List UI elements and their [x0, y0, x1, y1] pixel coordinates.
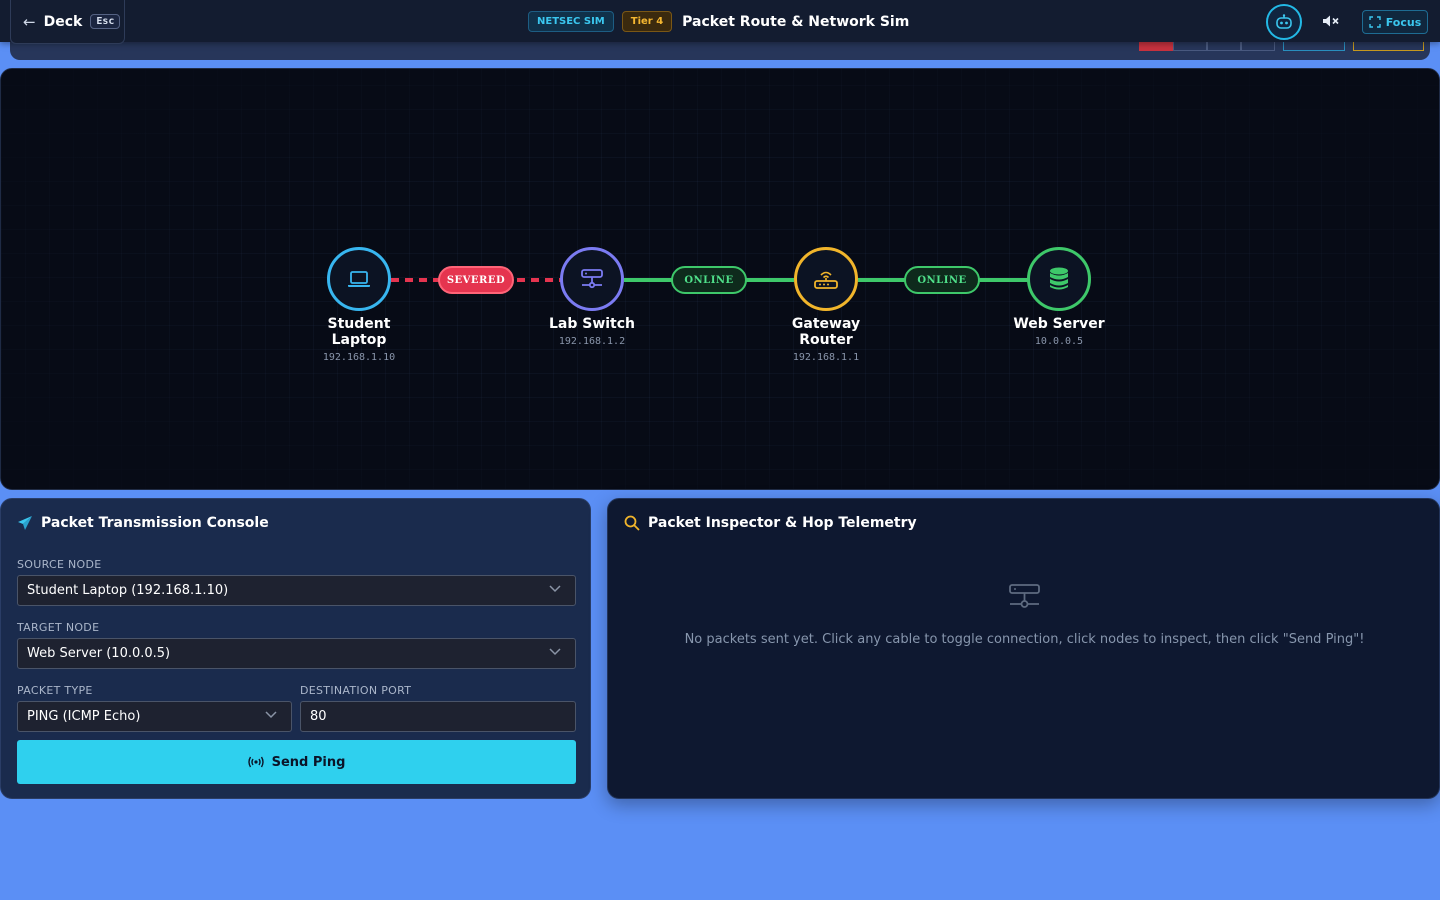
inspector-title: Packet Inspector & Hop Telemetry [648, 515, 917, 531]
node-name: Student Laptop [327, 316, 391, 348]
node-ip: 192.168.1.1 [792, 352, 860, 363]
destination-port-value: 80 [310, 709, 327, 724]
robot-icon [1276, 14, 1292, 29]
packet-inspector-panel: Packet Inspector & Hop Telemetry No pack… [607, 498, 1440, 799]
node-ip: 192.168.1.2 [558, 336, 626, 347]
speaker-muted-icon [1323, 15, 1339, 27]
chevron-down-icon [549, 648, 561, 656]
link-status-router-server[interactable]: ONLINE [904, 266, 980, 294]
source-node-select[interactable]: Student Laptop (192.168.1.10) [17, 575, 576, 606]
paper-plane-icon [18, 516, 32, 530]
destination-port-label: DESTINATION PORT [300, 684, 412, 697]
esc-key-hint: Esc [90, 14, 121, 29]
toolbar-tab-6[interactable] [1353, 42, 1424, 51]
packet-console-panel: Packet Transmission Console SOURCE NODE … [0, 498, 591, 799]
toolbar-tab-5[interactable] [1283, 42, 1345, 51]
target-node-label: TARGET NODE [17, 621, 100, 634]
packet-type-select[interactable]: PING (ICMP Echo) [17, 701, 292, 732]
search-icon [624, 515, 640, 531]
node-name: Gateway Router [791, 316, 861, 348]
broadcast-icon [247, 756, 264, 768]
node-name: Lab Switch [548, 316, 636, 332]
destination-port-input[interactable]: 80 [300, 701, 576, 732]
send-ping-label: Send Ping [271, 754, 346, 770]
module-badge: NETSEC SIM [528, 11, 614, 32]
router-icon [814, 271, 838, 289]
toolbar-tab-4[interactable] [1241, 42, 1275, 51]
chevron-down-icon [549, 585, 561, 593]
database-icon [1050, 267, 1068, 290]
focus-mode-button[interactable]: Focus [1362, 10, 1428, 34]
send-ping-button[interactable]: Send Ping [17, 740, 576, 784]
toolbar-tab-2[interactable] [1173, 42, 1207, 51]
fullscreen-icon [1369, 16, 1381, 28]
console-title: Packet Transmission Console [41, 515, 269, 531]
node-circle [560, 247, 624, 311]
laptop-icon [348, 271, 370, 287]
link-status-switch-router[interactable]: ONLINE [671, 266, 747, 294]
link-status-laptop-switch[interactable]: SEVERED [438, 266, 514, 294]
network-empty-icon [1009, 584, 1040, 608]
node-lab-switch[interactable]: Lab Switch 192.168.1.2 [532, 247, 652, 347]
mute-toggle-button[interactable] [1320, 11, 1342, 31]
page-title-group: NETSEC SIM Tier 4 Packet Route & Network… [528, 10, 909, 33]
target-node-select[interactable]: Web Server (10.0.0.5) [17, 638, 576, 669]
packet-type-value: PING (ICMP Echo) [27, 709, 141, 724]
inspector-empty-message: No packets sent yet. Click any cable to … [684, 632, 1365, 647]
node-ip: 192.168.1.10 [322, 352, 396, 363]
focus-label: Focus [1385, 15, 1422, 29]
console-header: Packet Transmission Console [17, 515, 269, 531]
inspector-header: Packet Inspector & Hop Telemetry [624, 515, 917, 531]
page-title: Packet Route & Network Sim [682, 13, 910, 30]
target-node-value: Web Server (10.0.0.5) [27, 646, 171, 661]
node-gateway-router[interactable]: Gateway Router 192.168.1.1 [766, 247, 886, 363]
back-to-deck-button[interactable]: ← Deck Esc [10, 0, 125, 44]
ai-assistant-button[interactable] [1266, 4, 1302, 40]
tier-badge: Tier 4 [621, 11, 673, 32]
node-web-server[interactable]: Web Server 10.0.0.5 [999, 247, 1119, 347]
node-circle [1027, 247, 1091, 311]
chevron-down-icon [265, 711, 277, 719]
network-topology-canvas: SEVERED ONLINE ONLINE Student Laptop 192… [0, 68, 1440, 490]
node-name: Web Server [1013, 316, 1105, 332]
node-student-laptop[interactable]: Student Laptop 192.168.1.10 [299, 247, 419, 363]
switch-icon [581, 269, 603, 289]
source-node-value: Student Laptop (192.168.1.10) [27, 583, 229, 598]
back-label: Deck [43, 13, 83, 30]
node-circle [327, 247, 391, 311]
toolbar-tab-3[interactable] [1207, 42, 1241, 51]
arrow-left-icon: ← [23, 12, 36, 31]
toolbar-tab-1[interactable] [1139, 42, 1173, 51]
node-ip: 10.0.0.5 [1034, 336, 1084, 347]
node-circle [794, 247, 858, 311]
source-node-label: SOURCE NODE [17, 558, 102, 571]
packet-type-label: PACKET TYPE [17, 684, 93, 697]
